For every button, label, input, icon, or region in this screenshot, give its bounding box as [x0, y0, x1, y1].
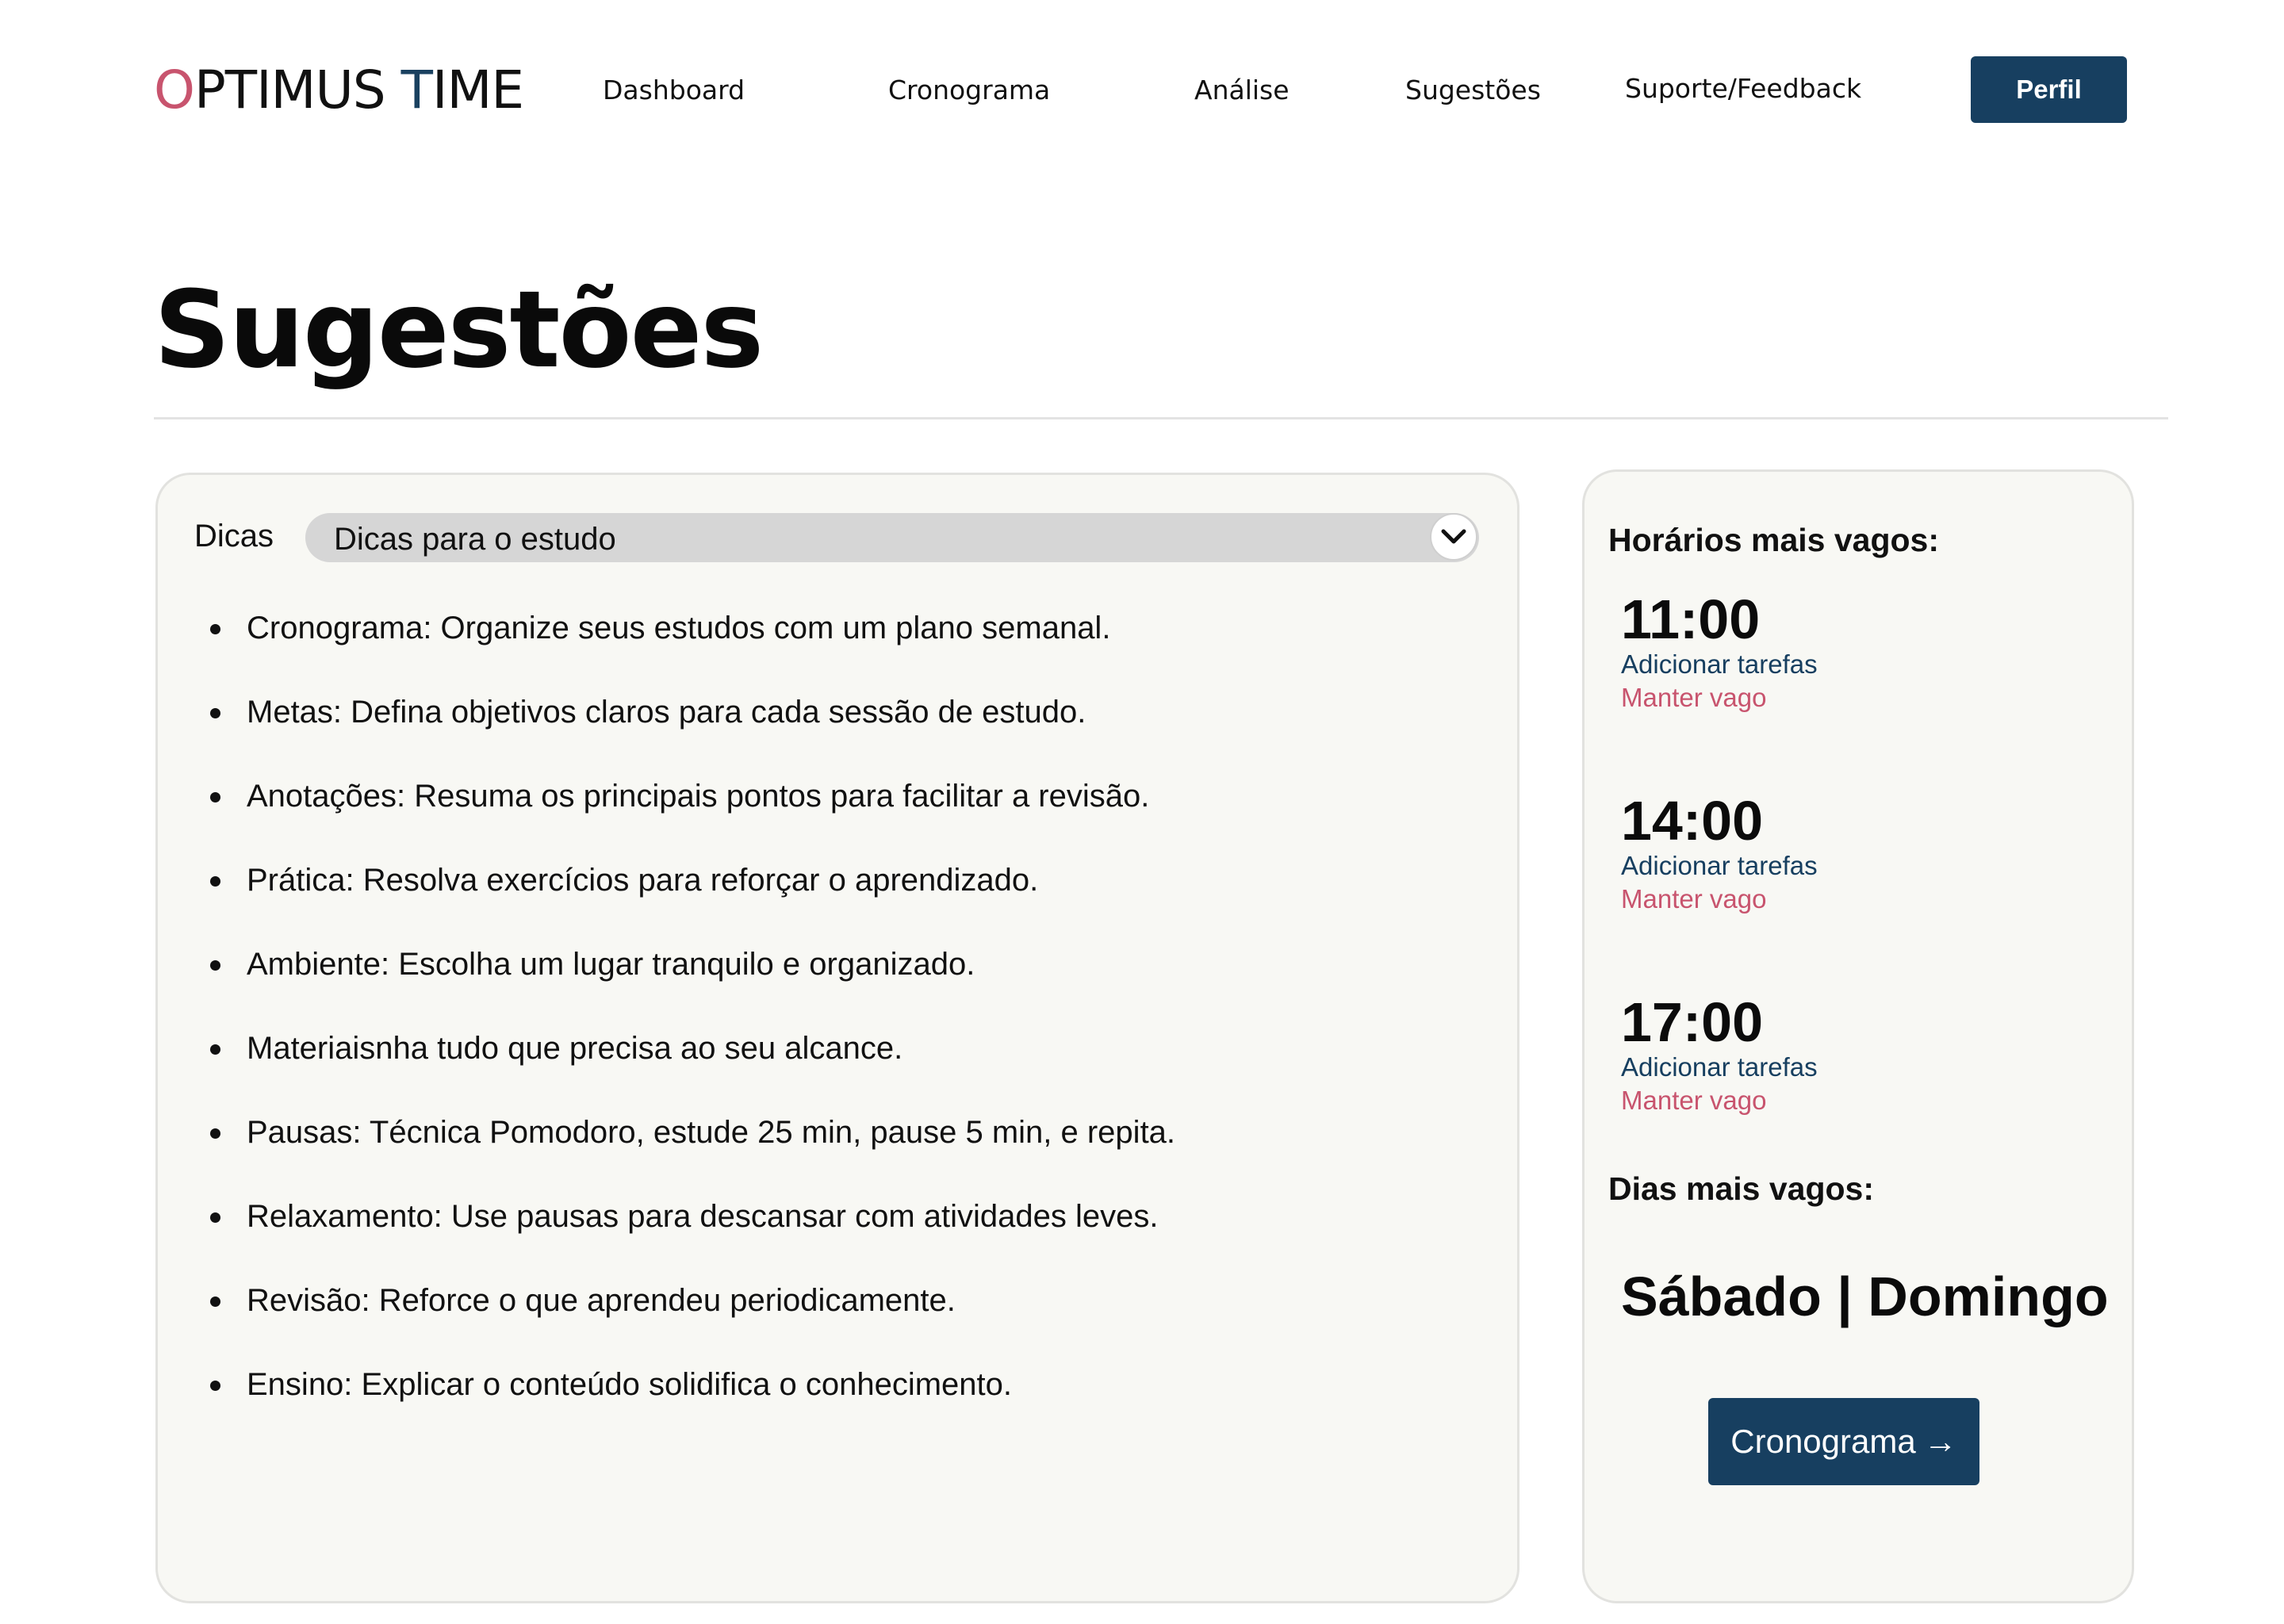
- free-hours-heading: Horários mais vagos:: [1608, 522, 1939, 558]
- logo-initial-o: O: [154, 59, 195, 121]
- tips-list: Cronograma: Organize seus estudos com um…: [210, 608, 1175, 1449]
- bullet-icon: [210, 708, 220, 718]
- list-item: Metas: Defina objetivos claros para cada…: [210, 692, 1175, 776]
- tip-text: Materiaisnha tudo que precisa ao seu alc…: [247, 1031, 903, 1066]
- chevron-down-icon[interactable]: [1430, 513, 1477, 561]
- list-item: Ensino: Explicar o conteúdo solidifica o…: [210, 1365, 1175, 1449]
- list-item: Pausas: Técnica Pomodoro, estude 25 min,…: [210, 1113, 1175, 1197]
- bullet-icon: [210, 1297, 220, 1307]
- list-item: Prática: Resolva exercícios para reforça…: [210, 860, 1175, 944]
- title-divider: [154, 417, 2168, 419]
- list-item: Revisão: Reforce o que aprendeu periodic…: [210, 1281, 1175, 1365]
- tip-text: Prática: Resolva exercícios para reforça…: [247, 863, 1039, 898]
- keep-free-link[interactable]: Manter vago: [1621, 1084, 1766, 1117]
- tip-text: Pausas: Técnica Pomodoro, estude 25 min,…: [247, 1115, 1176, 1150]
- bullet-icon: [210, 876, 220, 887]
- bullet-icon: [210, 1212, 220, 1223]
- go-to-schedule-button[interactable]: Cronograma →: [1708, 1398, 1979, 1485]
- tip-text: Relaxamento: Use pausas para descansar c…: [247, 1199, 1159, 1234]
- page-title: Sugestões: [154, 268, 764, 392]
- tips-label: Dicas: [194, 519, 274, 553]
- list-item: Cronograma: Organize seus estudos com um…: [210, 608, 1175, 692]
- nav-cronograma[interactable]: Cronograma: [888, 73, 1050, 108]
- logo-text-ime: IME: [432, 59, 524, 121]
- add-tasks-link[interactable]: Adicionar tarefas: [1621, 1051, 1818, 1084]
- add-tasks-link[interactable]: Adicionar tarefas: [1621, 849, 1818, 883]
- list-item: Materiaisnha tudo que precisa ao seu alc…: [210, 1028, 1175, 1113]
- bullet-icon: [210, 960, 220, 971]
- tips-card: Dicas Dicas para o estudo Cronograma: Or…: [155, 473, 1519, 1603]
- arrow-right-icon: →: [1923, 1423, 1957, 1460]
- tip-text: Ambiente: Escolha um lugar tranquilo e o…: [247, 947, 975, 982]
- tip-text: Anotações: Resuma os principais pontos p…: [247, 779, 1150, 814]
- nav-dashboard[interactable]: Dashboard: [603, 73, 745, 108]
- list-item: Ambiente: Escolha um lugar tranquilo e o…: [210, 944, 1175, 1028]
- add-tasks-link[interactable]: Adicionar tarefas: [1621, 648, 1818, 681]
- profile-button[interactable]: Perfil: [1971, 56, 2127, 123]
- app-logo[interactable]: OPTIMUS TIME: [154, 59, 524, 122]
- free-days-heading: Dias mais vagos:: [1608, 1170, 1874, 1207]
- bullet-icon: [210, 624, 220, 634]
- logo-text-ptimus: PTIMUS: [194, 59, 401, 121]
- slot-time: 14:00: [1621, 790, 1764, 852]
- nav-analise[interactable]: Análise: [1194, 73, 1290, 108]
- tips-category-select[interactable]: Dicas para o estudo: [305, 513, 1479, 562]
- tip-text: Ensino: Explicar o conteúdo solidifica o…: [247, 1367, 1012, 1402]
- tip-text: Cronograma: Organize seus estudos com um…: [247, 611, 1111, 645]
- tips-select-value: Dicas para o estudo: [334, 522, 616, 557]
- bullet-icon: [210, 1128, 220, 1139]
- free-days-value: Sábado | Domingo: [1621, 1266, 2109, 1327]
- list-item: Anotações: Resuma os principais pontos p…: [210, 776, 1175, 860]
- bullet-icon: [210, 792, 220, 802]
- keep-free-link[interactable]: Manter vago: [1621, 883, 1766, 916]
- bullet-icon: [210, 1044, 220, 1055]
- free-slots-card: Horários mais vagos: 11:00 Adicionar tar…: [1582, 469, 2134, 1603]
- nav-sugestoes[interactable]: Sugestões: [1405, 73, 1541, 108]
- tip-text: Revisão: Reforce o que aprendeu periodic…: [247, 1283, 956, 1318]
- slot-time: 17:00: [1621, 991, 1764, 1053]
- keep-free-link[interactable]: Manter vago: [1621, 681, 1766, 714]
- tip-text: Metas: Defina objetivos claros para cada…: [247, 695, 1086, 730]
- nav-suporte-feedback[interactable]: Suporte/Feedback: [1625, 71, 1861, 106]
- logo-initial-t: T: [400, 59, 433, 121]
- bullet-icon: [210, 1381, 220, 1391]
- slot-time: 11:00: [1621, 588, 1761, 650]
- schedule-button-label: Cronograma: [1730, 1423, 1916, 1460]
- list-item: Relaxamento: Use pausas para descansar c…: [210, 1197, 1175, 1281]
